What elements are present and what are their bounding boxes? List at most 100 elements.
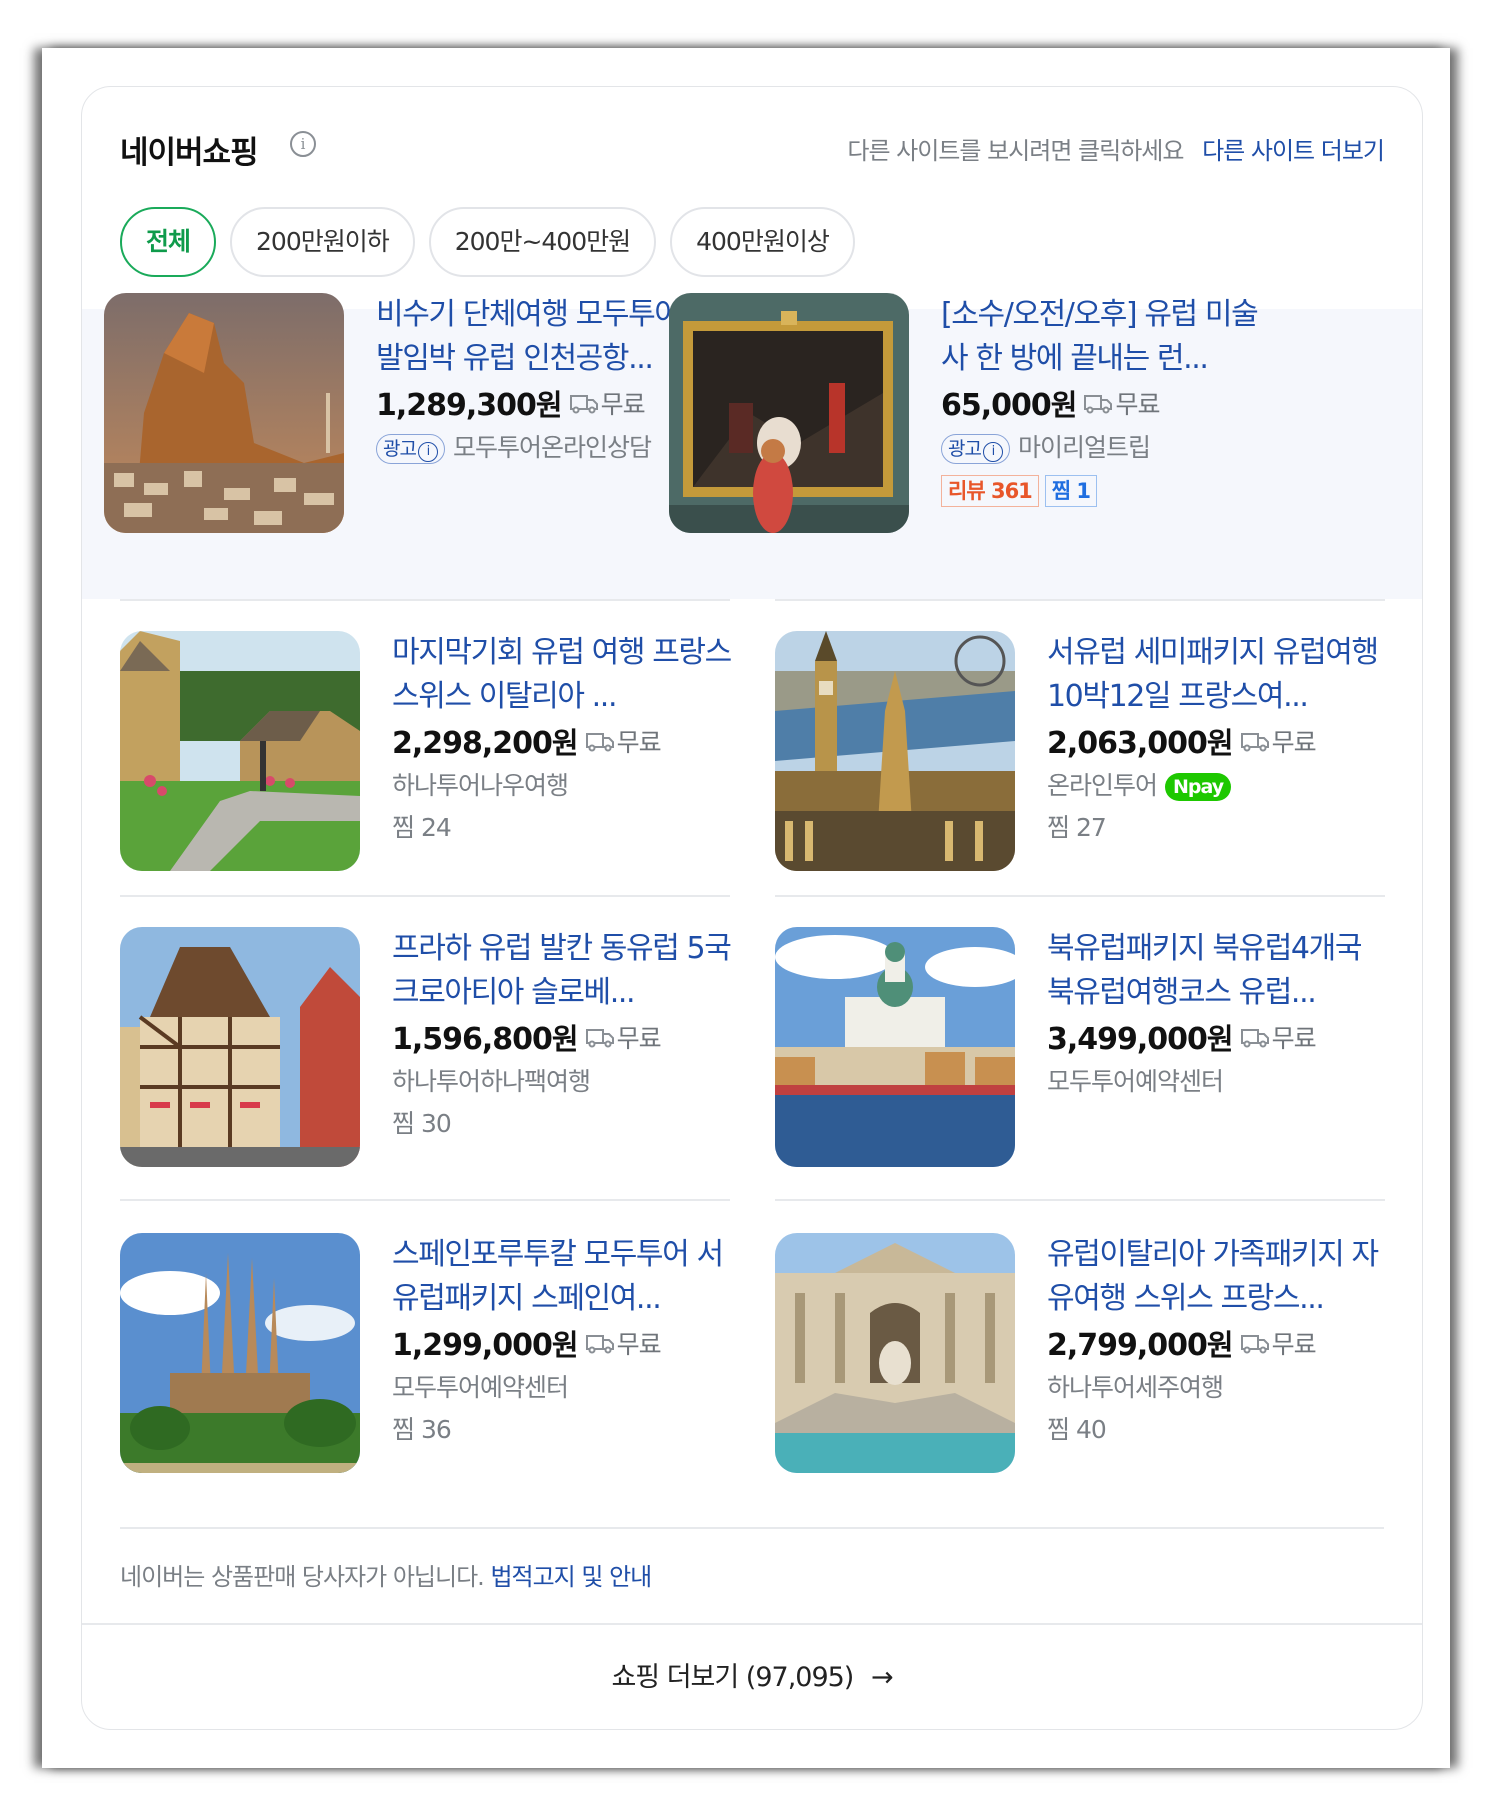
won-unit: 원 xyxy=(535,388,563,422)
product-title[interactable]: [소수/오전/오후] 유럽 미술사 한 방에 끝내는 런... xyxy=(941,293,1281,381)
free-shipping-label: 무료 xyxy=(616,1330,662,1359)
section-title: 네이버쇼핑 xyxy=(120,135,259,171)
truck-icon xyxy=(1240,1018,1270,1062)
seller-name[interactable]: 하나투어세주여행 xyxy=(1047,1367,1387,1409)
seller-name[interactable]: 모두투어예약센터 xyxy=(392,1367,732,1409)
row-divider xyxy=(120,599,730,601)
truck-icon xyxy=(585,1324,615,1368)
seller-name[interactable]: 온라인투어 xyxy=(1047,771,1158,800)
product-price: 65,000 xyxy=(941,388,1052,423)
wishlist-count: 찜 24 xyxy=(392,813,452,842)
won-unit: 원 xyxy=(551,1022,579,1056)
product-price: 1,289,300 xyxy=(376,388,537,423)
footer-divider xyxy=(120,1527,1384,1529)
product-card[interactable]: 유럽이탈리아 가족패키지 자유여행 스위스 프랑스... 2,799,000원 무… xyxy=(775,1233,1385,1473)
product-image-gallery-painting[interactable] xyxy=(669,293,909,533)
truck-icon xyxy=(1240,1324,1270,1368)
product-image-trevi-fountain[interactable] xyxy=(775,1233,1015,1473)
product-price: 2,063,000 xyxy=(1047,726,1208,761)
card-header: 네이버쇼핑 i 다른 사이트를 보시려면 클릭하세요 다른 사이트 더보기 xyxy=(120,121,1385,173)
product-price: 2,298,200 xyxy=(392,726,553,761)
product-card[interactable]: 프라하 유럽 발칸 동유럽 5국 크로아티아 슬로베... 1,596,800원… xyxy=(120,927,732,1167)
wishlist-count: 찜 27 xyxy=(1047,813,1107,842)
product-price: 1,596,800 xyxy=(392,1022,553,1057)
seller-name[interactable]: 마이리얼트립 xyxy=(1018,433,1151,462)
product-card[interactable]: 마지막기회 유럽 여행 프랑스 스위스 이탈리아 ... 2,298,200원 무… xyxy=(120,631,732,871)
review-count-tag: 리뷰 361 xyxy=(941,475,1039,507)
free-shipping-label: 무료 xyxy=(1271,1330,1317,1359)
product-title[interactable]: 프라하 유럽 발칸 동유럽 5국 크로아티아 슬로베... xyxy=(392,927,732,1015)
info-icon: i xyxy=(982,442,1003,462)
row-divider xyxy=(120,1199,730,1201)
wishlist-count: 찜 40 xyxy=(1047,1415,1107,1444)
wishlist-count: 찜 30 xyxy=(392,1109,452,1138)
product-title[interactable]: 비수기 단체여행 모두투어 출발임박 유럽 인천공항... xyxy=(376,293,716,381)
won-unit: 원 xyxy=(1050,388,1078,422)
shopping-more-button[interactable]: 쇼핑 더보기 (97,095) → xyxy=(82,1625,1422,1729)
product-card[interactable]: 스페인포루투칼 모두투어 서유럽패키지 스페인여... 1,299,000원 무료… xyxy=(120,1233,730,1473)
product-image-cappadocia[interactable] xyxy=(104,293,344,533)
npay-n-icon: N xyxy=(1173,776,1189,798)
ad-badge[interactable]: 광고 i xyxy=(376,434,445,464)
product-image-sagrada-familia[interactable] xyxy=(120,1233,360,1473)
free-shipping-label: 무료 xyxy=(616,728,662,757)
truck-icon xyxy=(585,1018,615,1062)
naver-shopping-card: 네이버쇼핑 i 다른 사이트를 보시려면 클릭하세요 다른 사이트 더보기 전체… xyxy=(81,86,1423,1730)
chip-under-200[interactable]: 200만원이하 xyxy=(230,207,415,277)
ad-label: 광고 xyxy=(383,438,417,460)
info-icon[interactable]: i xyxy=(290,131,316,157)
product-image-cotswolds-village[interactable] xyxy=(120,631,360,871)
truck-icon xyxy=(569,384,599,428)
legal-link[interactable]: 법적고지 및 안내 xyxy=(490,1563,652,1591)
other-sites-hint: 다른 사이트를 보시려면 클릭하세요 xyxy=(847,137,1184,165)
chip-200-400[interactable]: 200만~400만원 xyxy=(428,207,657,277)
product-card[interactable]: 북유럽패키지 북유럽4개국 북유럽여행코스 유럽... 3,499,000원 무료… xyxy=(775,927,1385,1167)
won-unit: 원 xyxy=(1206,1328,1234,1362)
truck-icon xyxy=(1083,384,1113,428)
arrow-right-icon: → xyxy=(870,1662,894,1693)
product-title[interactable]: 유럽이탈리아 가족패키지 자유여행 스위스 프랑스... xyxy=(1047,1233,1387,1321)
row-divider xyxy=(775,895,1385,897)
free-shipping-label: 무료 xyxy=(1271,728,1317,757)
seller-name[interactable]: 모두투어예약센터 xyxy=(1047,1061,1387,1103)
product-title[interactable]: 서유럽 세미패키지 유럽여행 10박12일 프랑스여... xyxy=(1047,631,1387,719)
ad-label: 광고 xyxy=(948,438,982,460)
row-divider xyxy=(775,599,1385,601)
chip-all[interactable]: 전체 xyxy=(120,207,217,277)
product-card[interactable]: 비수기 단체여행 모두투어 출발임박 유럽 인천공항... 1,289,300원… xyxy=(104,293,716,533)
row-divider xyxy=(120,895,730,897)
free-shipping-label: 무료 xyxy=(1115,390,1160,419)
product-image-london-westminster[interactable] xyxy=(775,631,1015,871)
won-unit: 원 xyxy=(551,1328,579,1362)
npay-label: pay xyxy=(1187,776,1224,798)
won-unit: 원 xyxy=(551,726,579,760)
info-icon: i xyxy=(417,442,438,462)
won-unit: 원 xyxy=(1206,726,1234,760)
seller-name[interactable]: 모두투어온라인상담 xyxy=(453,433,652,462)
row-divider xyxy=(775,1199,1385,1201)
shopping-more-label: 쇼핑 더보기 (97,095) xyxy=(611,1662,854,1693)
product-card[interactable]: 서유럽 세미패키지 유럽여행 10박12일 프랑스여... 2,063,000원… xyxy=(775,631,1385,871)
product-price: 1,299,000 xyxy=(392,1328,553,1363)
product-card[interactable]: [소수/오전/오후] 유럽 미술사 한 방에 끝내는 런... 65,000원 무… xyxy=(669,293,1279,533)
product-title[interactable]: 북유럽패키지 북유럽4개국 북유럽여행코스 유럽... xyxy=(1047,927,1387,1015)
other-sites-link[interactable]: 다른 사이트 더보기 xyxy=(1202,137,1385,165)
ad-badge[interactable]: 광고 i xyxy=(941,434,1010,464)
chip-over-400[interactable]: 400만원이상 xyxy=(670,207,855,277)
seller-name[interactable]: 하나투어하나팩여행 xyxy=(392,1061,732,1103)
product-image-helsinki-cathedral[interactable] xyxy=(775,927,1015,1167)
product-price: 3,499,000 xyxy=(1047,1022,1208,1057)
wishlist-count: 찜 36 xyxy=(392,1415,452,1444)
wishlist-count-tag: 찜 1 xyxy=(1044,475,1098,507)
product-image-half-timbered-town[interactable] xyxy=(120,927,360,1167)
free-shipping-label: 무료 xyxy=(616,1024,662,1053)
price-filter-chips: 전체 200만원이하 200만~400만원 400만원이상 xyxy=(120,207,869,279)
legal-notice: 네이버는 상품판매 당사자가 아닙니다. 법적고지 및 안내 xyxy=(120,1557,652,1592)
seller-name[interactable]: 하나투어나우여행 xyxy=(392,765,732,807)
legal-text: 네이버는 상품판매 당사자가 아닙니다. xyxy=(120,1563,485,1591)
truck-icon xyxy=(1240,722,1270,766)
product-title[interactable]: 스페인포루투칼 모두투어 서유럽패키지 스페인여... xyxy=(392,1233,732,1321)
free-shipping-label: 무료 xyxy=(600,390,646,419)
won-unit: 원 xyxy=(1206,1022,1234,1056)
product-title[interactable]: 마지막기회 유럽 여행 프랑스 스위스 이탈리아 ... xyxy=(392,631,732,719)
